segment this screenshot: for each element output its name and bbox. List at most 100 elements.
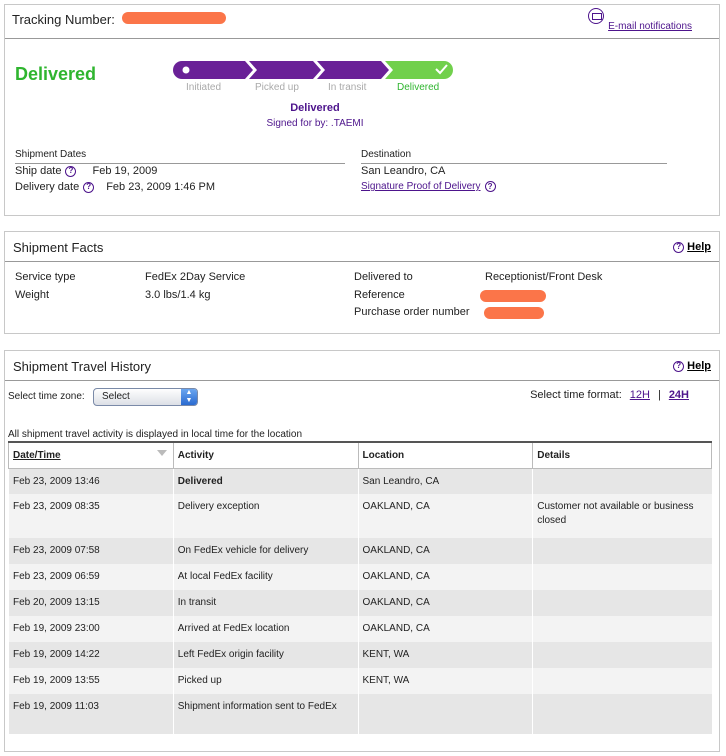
help-icon[interactable]: ?: [65, 165, 77, 177]
purchase-order-label: Purchase order number: [354, 306, 470, 318]
stage-label: In transit: [328, 82, 367, 93]
cell-location: San Leandro, CA: [357, 468, 533, 494]
travel-history-panel: Shipment Travel History ? Help Select ti…: [4, 350, 720, 752]
cell-location: [357, 694, 533, 734]
cell-activity: Delivery exception: [172, 494, 358, 538]
cell-activity: Picked up: [172, 668, 358, 694]
destination-city: San Leandro, CA: [361, 165, 446, 177]
delivered-to-label: Delivered to: [354, 271, 413, 283]
cell-date-time: Feb 23, 2009 13:46: [8, 468, 174, 494]
cell-activity: On FedEx vehicle for delivery: [172, 538, 358, 564]
cell-activity: Left FedEx origin facility: [172, 642, 358, 668]
cell-location: OAKLAND, CA: [357, 494, 533, 538]
table-row: Feb 23, 2009 06:59 At local FedEx facili…: [8, 564, 712, 590]
progress-segment-picked-up: [249, 61, 321, 79]
cell-date-time: Feb 23, 2009 08:35: [8, 494, 174, 538]
stage-label: Initiated: [186, 82, 222, 93]
signed-for-text: Signed for by: .TAEMI: [266, 118, 364, 129]
signature-proof-row: Signature Proof of Delivery ?: [361, 181, 496, 192]
weight-value: 3.0 lbs/1.4 kg: [145, 289, 211, 301]
cell-location: OAKLAND, CA: [357, 616, 533, 642]
cell-date-time: Feb 19, 2009 14:22: [8, 642, 174, 668]
time-format-12h-link[interactable]: 12H: [630, 389, 650, 401]
signature-proof-link[interactable]: Signature Proof of Delivery: [361, 181, 481, 192]
progress-bar: [173, 61, 453, 79]
cell-location: KENT, WA: [357, 642, 533, 668]
local-time-note: All shipment travel activity is displaye…: [8, 429, 303, 440]
cell-activity: Shipment information sent to FedEx: [172, 694, 358, 734]
cell-date-time: Feb 19, 2009 13:55: [8, 668, 174, 694]
help-icon[interactable]: ?: [484, 181, 496, 192]
help-icon: ?: [673, 360, 685, 372]
redacted-reference: [480, 290, 546, 302]
column-header-date-time[interactable]: Date/Time: [8, 441, 174, 469]
cell-date-time: Feb 19, 2009 23:00: [8, 616, 174, 642]
shipment-facts-panel: Shipment Facts ? Help Service type FedEx…: [4, 231, 720, 334]
status-text: Delivered: [290, 102, 340, 114]
help-button[interactable]: ? Help: [673, 241, 711, 253]
cell-date-time: Feb 20, 2009 13:15: [8, 590, 174, 616]
status-heading: Delivered: [15, 64, 97, 84]
time-format-24h-link[interactable]: 24H: [669, 389, 689, 401]
time-zone-select[interactable]: Select ▲ ▼: [93, 388, 198, 406]
stage-label: Picked up: [255, 82, 299, 93]
cell-details: [532, 668, 712, 694]
time-format-selector: Select time format: 12H | 24H: [530, 389, 689, 401]
cell-details: [532, 642, 712, 668]
travel-history-table: Date/Time Activity Location Details Feb …: [8, 441, 712, 734]
cell-location: KENT, WA: [357, 668, 533, 694]
email-notifications-link[interactable]: E-mail notifications: [608, 21, 692, 32]
delivery-date-value: Feb 23, 2009 1:46 PM: [106, 181, 216, 193]
cell-details: Customer not available or business close…: [532, 494, 712, 538]
time-zone-label: Select time zone:: [8, 391, 85, 402]
table-row: Feb 19, 2009 13:55 Picked up KENT, WA: [8, 668, 712, 694]
tracking-header: Tracking Number: E-mail notifications: [5, 5, 719, 39]
table-row: Feb 23, 2009 07:58 On FedEx vehicle for …: [8, 538, 712, 564]
service-type-value: FedEx 2Day Service: [145, 271, 246, 283]
cell-activity: In transit: [172, 590, 358, 616]
shipment-facts-header: Shipment Facts ? Help: [5, 232, 719, 262]
cell-details: [532, 564, 712, 590]
cell-date-time: Feb 19, 2009 11:03: [8, 694, 174, 734]
cell-details: [532, 590, 712, 616]
table-row: Feb 20, 2009 13:15 In transit OAKLAND, C…: [8, 590, 712, 616]
cell-activity: Arrived at FedEx location: [172, 616, 358, 642]
tracking-summary-panel: Tracking Number: E-mail notifications De…: [4, 4, 720, 216]
reference-label: Reference: [354, 289, 405, 301]
ship-date-label: Ship date: [15, 165, 62, 177]
cell-activity: At local FedEx facility: [172, 564, 358, 590]
ship-date-value: Feb 19, 2009: [92, 165, 158, 177]
time-format-label: Select time format:: [530, 389, 622, 401]
cell-location: OAKLAND, CA: [357, 590, 533, 616]
cell-date-time: Feb 23, 2009 06:59: [8, 564, 174, 590]
table-row: Feb 19, 2009 11:03 Shipment information …: [8, 694, 712, 734]
cell-location: OAKLAND, CA: [357, 538, 533, 564]
time-zone-select-value: Select: [102, 391, 130, 402]
help-icon: ?: [673, 241, 685, 253]
cell-details: [532, 468, 712, 494]
help-link[interactable]: Help: [687, 241, 711, 253]
ship-date-row: Ship date ? Feb 19, 2009: [15, 165, 157, 177]
help-button[interactable]: ? Help: [673, 360, 711, 372]
cell-details: [532, 538, 712, 564]
help-link[interactable]: Help: [687, 360, 711, 372]
help-icon[interactable]: ?: [83, 181, 95, 193]
destination-header: Destination: [361, 149, 667, 164]
redacted-purchase-order: [484, 307, 544, 319]
redacted-tracking-number: [122, 12, 226, 24]
table-row: Feb 19, 2009 14:22 Left FedEx origin fac…: [8, 642, 712, 668]
shipment-dates-header: Shipment Dates: [15, 149, 345, 164]
delivered-to-value: Receptionist/Front Desk: [485, 271, 603, 283]
table-row: Feb 23, 2009 13:46 Delivered San Leandro…: [8, 468, 712, 494]
service-type-label: Service type: [15, 271, 76, 283]
travel-history-header: Shipment Travel History ? Help: [5, 351, 719, 381]
table-row: Feb 19, 2009 23:00 Arrived at FedEx loca…: [8, 616, 712, 642]
travel-history-title: Shipment Travel History: [13, 359, 151, 374]
column-header-location: Location: [357, 441, 534, 469]
progress-segment-in-transit: [317, 61, 389, 79]
tracking-number-label: Tracking Number:: [12, 12, 115, 27]
time-format-separator: |: [657, 389, 661, 401]
table-header-row: Date/Time Activity Location Details: [8, 441, 712, 469]
email-notifications[interactable]: E-mail notifications: [588, 8, 692, 32]
weight-label: Weight: [15, 289, 50, 301]
